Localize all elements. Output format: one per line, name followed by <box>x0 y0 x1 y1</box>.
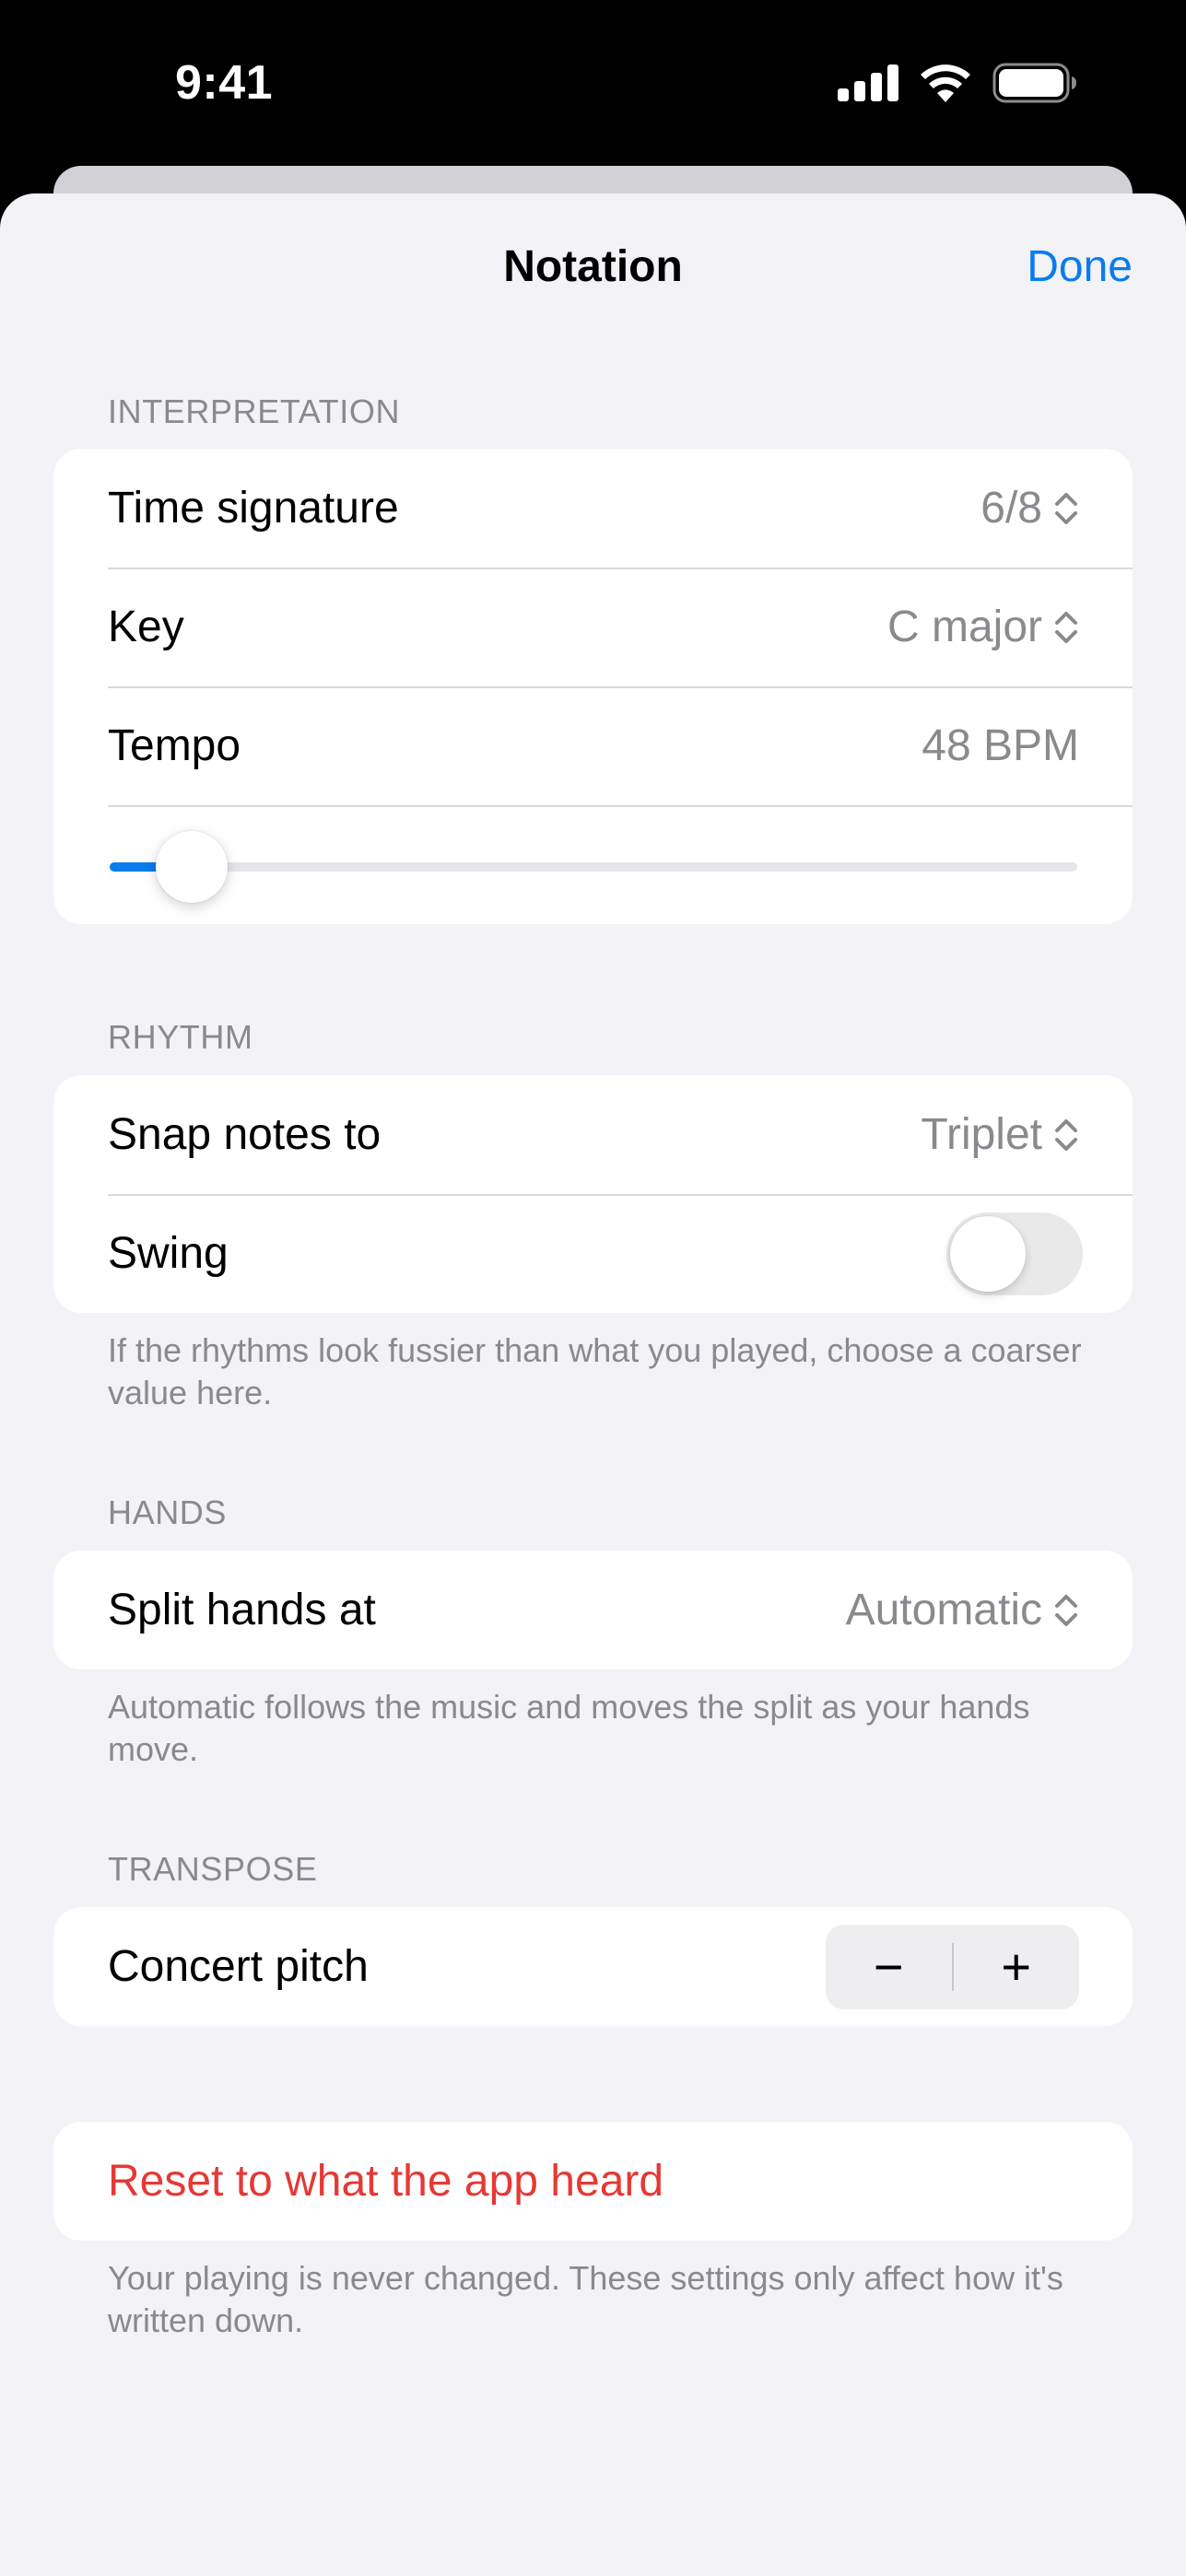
rhythm-footer-note: If the rhythms look fussier than what yo… <box>108 1331 1082 1411</box>
section-header-hands: HANDS <box>108 1493 228 1531</box>
transpose-card: Concert pitch − + <box>53 1907 1133 2026</box>
split-hands-label: Split hands at <box>108 1586 376 1634</box>
notation-sheet: Notation Done INTERPRETATION Time signat… <box>0 193 1186 2576</box>
snap-notes-row[interactable]: Snap notes to Triplet <box>53 1075 1133 1194</box>
rhythm-card: Snap notes to Triplet Swing <box>53 1075 1133 1313</box>
wifi-icon <box>921 64 970 102</box>
tempo-label: Tempo <box>108 721 241 770</box>
section-header-interpretation: INTERPRETATION <box>108 392 401 430</box>
concert-pitch-label: Concert pitch <box>108 1942 369 1991</box>
chevron-up-down-icon <box>1055 492 1077 524</box>
hands-footer-note: Automatic follows the music and moves th… <box>108 1688 1030 1768</box>
key-value: C major <box>887 603 1042 651</box>
status-time: 9:41 <box>175 56 274 110</box>
done-button[interactable]: Done <box>1027 241 1133 292</box>
split-hands-row[interactable]: Split hands at Automatic <box>53 1551 1133 1669</box>
swing-row: Swing <box>53 1194 1133 1313</box>
swing-toggle[interactable] <box>946 1212 1083 1295</box>
tempo-slider-thumb[interactable] <box>156 831 229 903</box>
tempo-row: Tempo 48 BPM <box>53 686 1133 805</box>
split-hands-value: Automatic <box>845 1586 1042 1634</box>
time-signature-value: 6/8 <box>981 484 1042 533</box>
time-signature-row[interactable]: Time signature 6/8 <box>53 449 1133 568</box>
swing-toggle-knob <box>950 1215 1026 1292</box>
concert-pitch-stepper: − + <box>826 1924 1080 2009</box>
section-header-transpose: TRANSPOSE <box>108 1850 318 1888</box>
chevron-up-down-icon <box>1055 1118 1077 1151</box>
reset-card: Reset to what the app heard <box>53 2122 1133 2241</box>
reset-button[interactable]: Reset to what the app heard <box>108 2156 663 2207</box>
sheet-title: Notation <box>503 242 683 291</box>
swing-label: Swing <box>108 1229 229 1278</box>
concert-pitch-row: Concert pitch − + <box>53 1907 1133 2026</box>
tempo-slider-row <box>53 805 1133 924</box>
decrement-button[interactable]: − <box>826 1925 952 2009</box>
status-bar: 9:41 <box>0 0 1186 166</box>
tempo-slider[interactable] <box>110 831 1077 903</box>
cellular-signal-icon <box>838 64 898 101</box>
snap-notes-label: Snap notes to <box>108 1110 382 1159</box>
reset-row[interactable]: Reset to what the app heard <box>53 2122 1133 2241</box>
chevron-up-down-icon <box>1055 611 1077 643</box>
chevron-up-down-icon <box>1055 1594 1077 1626</box>
reset-footer-note: Your playing is never changed. These set… <box>108 2259 1063 2339</box>
interpretation-card: Time signature 6/8 Key C major Tempo 48 … <box>53 449 1133 924</box>
key-row[interactable]: Key C major <box>53 568 1133 686</box>
key-label: Key <box>108 603 184 651</box>
screen: 9:41 Notation Done INTERPRETATION Time s… <box>0 0 1186 2576</box>
battery-icon <box>992 63 1076 103</box>
hands-card: Split hands at Automatic <box>53 1551 1133 1669</box>
section-header-rhythm: RHYTHM <box>108 1018 253 1056</box>
time-signature-label: Time signature <box>108 484 399 533</box>
snap-notes-value: Triplet <box>921 1110 1042 1159</box>
status-icons <box>838 63 1077 103</box>
tempo-value: 48 BPM <box>922 721 1079 770</box>
increment-button[interactable]: + <box>954 1925 1080 2009</box>
